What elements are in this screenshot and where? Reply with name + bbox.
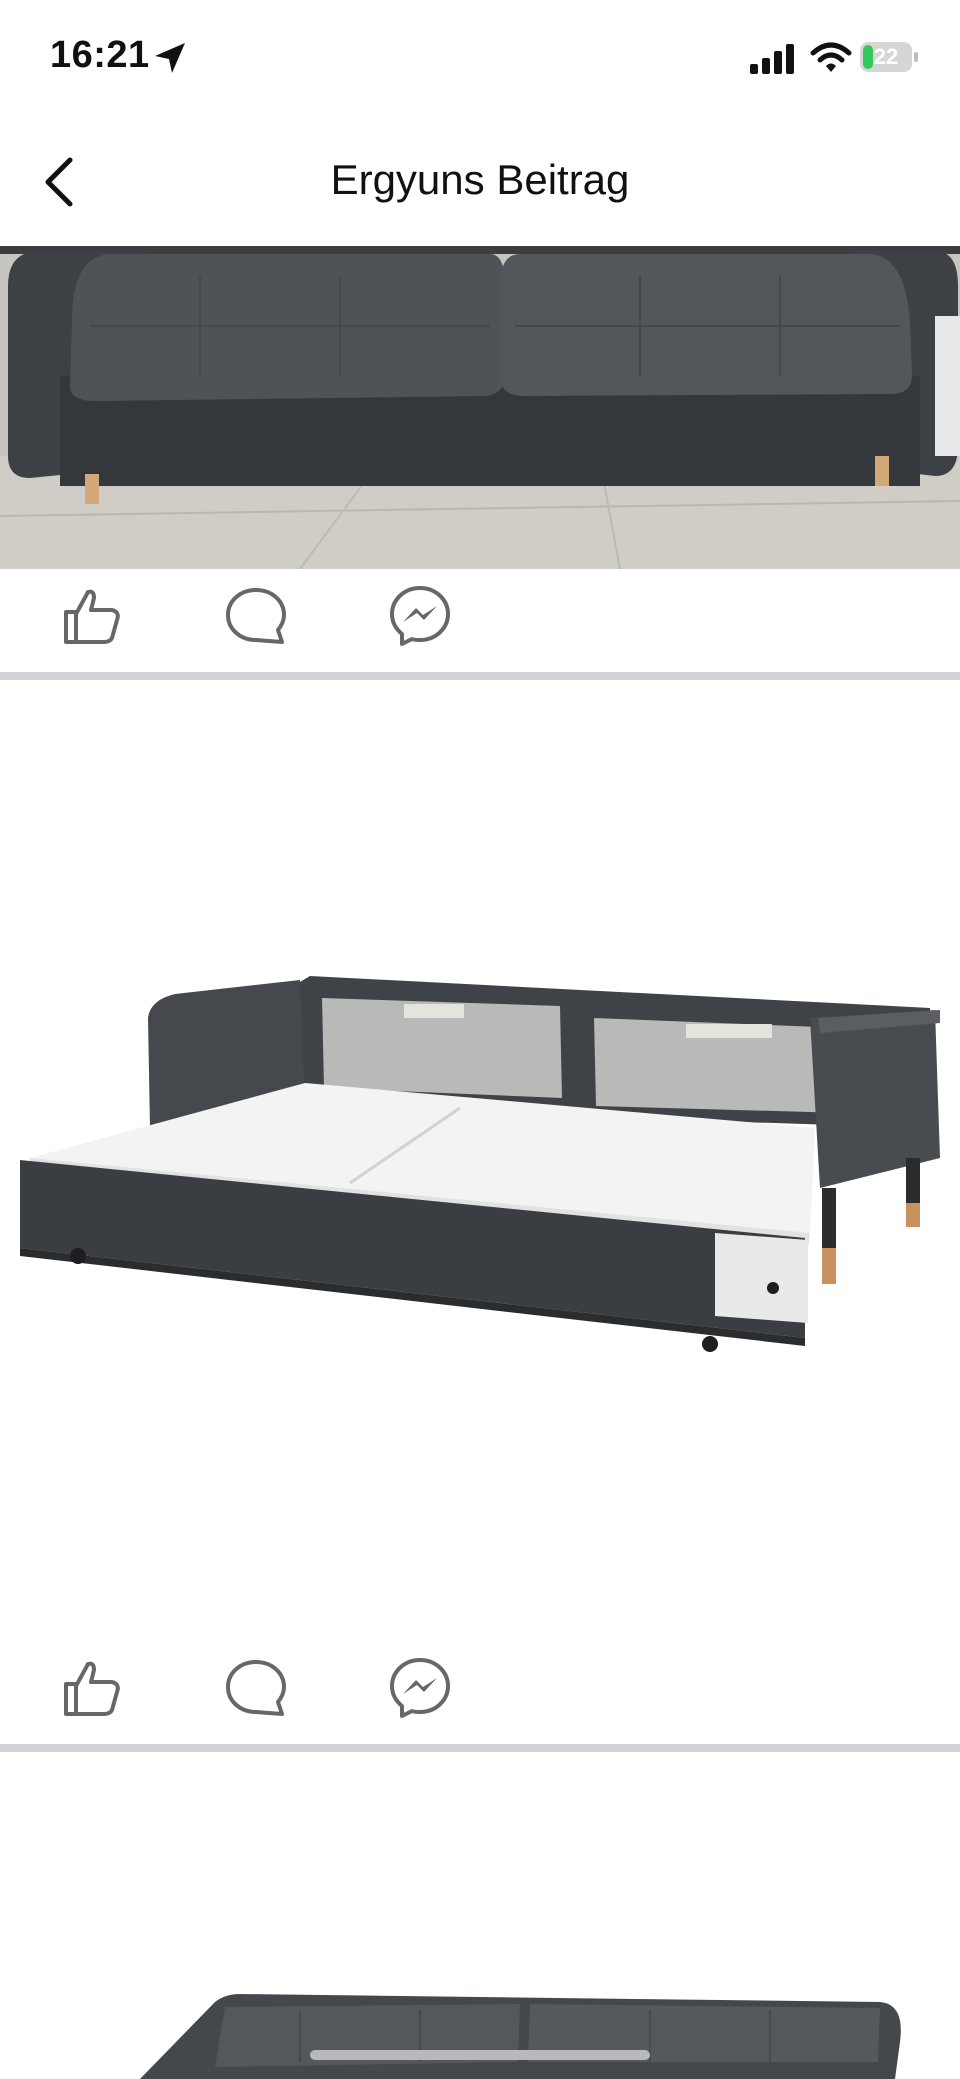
status-time: 16:21 — [50, 34, 150, 76]
sofa-partial-illustration — [0, 1762, 960, 2079]
like-icon[interactable] — [60, 584, 124, 648]
sofa-photo[interactable] — [0, 246, 960, 569]
post-divider — [0, 1744, 960, 1752]
home-indicator — [310, 2050, 650, 2060]
messenger-icon[interactable] — [388, 1656, 452, 1720]
nav-bar: Ergyuns Beitrag — [0, 118, 960, 246]
comment-icon[interactable] — [224, 1656, 288, 1720]
cellular-signal-icon — [750, 44, 794, 74]
battery-percent: 22 — [873, 44, 899, 69]
like-icon[interactable] — [60, 1656, 124, 1720]
post-actions — [0, 566, 960, 666]
battery-cap — [914, 52, 918, 62]
post-actions — [0, 1638, 960, 1738]
location-arrow-icon — [155, 43, 185, 73]
wifi-icon — [810, 42, 852, 72]
messenger-icon[interactable] — [388, 584, 452, 648]
post-divider — [0, 672, 960, 680]
sofa-bed-extended-photo[interactable] — [0, 688, 960, 1638]
comment-icon[interactable] — [224, 584, 288, 648]
page-title: Ergyuns Beitrag — [330, 156, 630, 203]
sofa-bed-illustration — [0, 688, 960, 1638]
sofa-photo-partial[interactable] — [0, 1762, 960, 2079]
sofa-photo-illustration — [0, 246, 960, 569]
status-bar: 16:21 22 — [0, 0, 960, 118]
battery-indicator: 22 — [860, 42, 918, 72]
